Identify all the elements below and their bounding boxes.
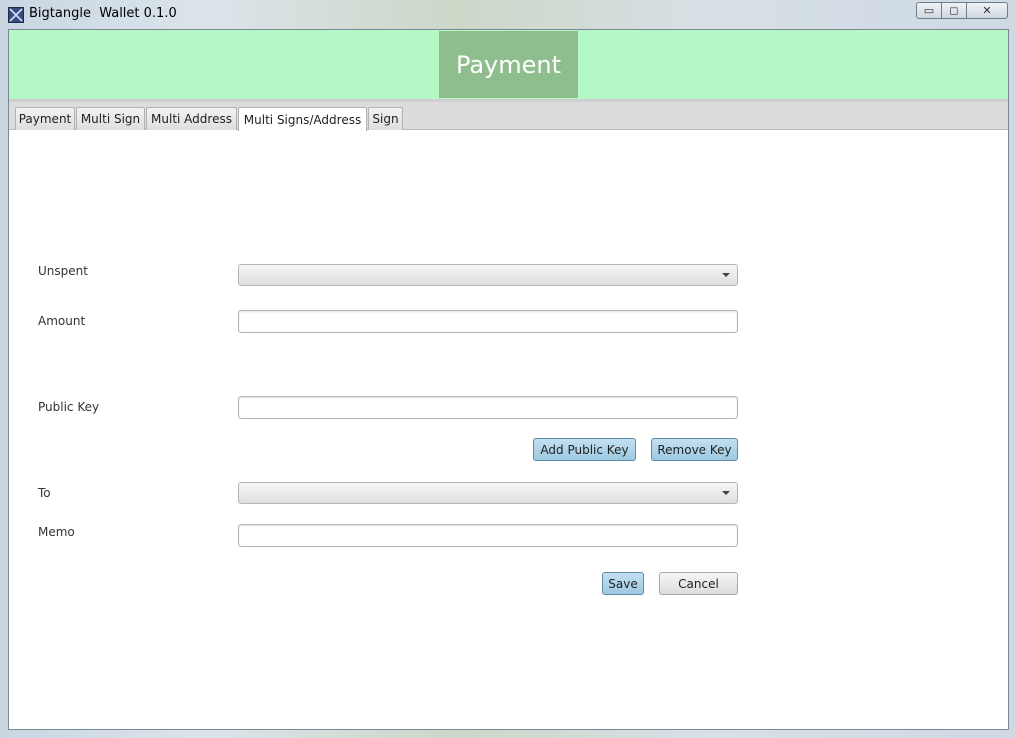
public-key-label: Public Key: [38, 400, 100, 414]
remove-key-button[interactable]: Remove Key: [651, 438, 738, 461]
unspent-label: Unspent: [38, 264, 88, 278]
window-controls: ▭ ◻ ✕: [916, 2, 1008, 20]
chevron-down-icon: [722, 273, 730, 277]
tab-bar: Payment Multi Sign Multi Address Multi S…: [9, 102, 1008, 131]
window-frame: Bigtangle Wallet 0.1.0 ▭ ◻ ✕ Payment Pay…: [0, 0, 1016, 738]
tab-multi-address[interactable]: Multi Address: [146, 107, 237, 130]
save-button[interactable]: Save: [602, 572, 644, 595]
to-select[interactable]: [238, 482, 738, 504]
public-key-field[interactable]: [238, 396, 738, 419]
window-title: Bigtangle Wallet 0.1.0: [29, 6, 177, 21]
to-label: To: [38, 486, 51, 500]
minimize-icon[interactable]: ▭: [916, 2, 942, 19]
chevron-down-icon: [722, 491, 730, 495]
cancel-button[interactable]: Cancel: [659, 572, 738, 595]
memo-label: Memo: [38, 525, 75, 539]
page-title: Payment: [439, 31, 578, 98]
tab-multi-signs-address[interactable]: Multi Signs/Address: [238, 107, 367, 131]
close-icon[interactable]: ✕: [966, 2, 1008, 19]
header-band: Payment: [9, 30, 1008, 102]
add-public-key-button[interactable]: Add Public Key: [533, 438, 636, 461]
amount-field[interactable]: [238, 310, 738, 333]
unspent-select[interactable]: [238, 264, 738, 286]
amount-label: Amount: [38, 314, 86, 328]
tab-payment[interactable]: Payment: [15, 107, 75, 130]
tab-multi-sign[interactable]: Multi Sign: [76, 107, 145, 130]
app-icon: [8, 7, 24, 23]
title-bar[interactable]: Bigtangle Wallet 0.1.0 ▭ ◻ ✕: [0, 0, 1016, 29]
app-content: Payment Payment Multi Sign Multi Address…: [8, 29, 1009, 730]
maximize-icon[interactable]: ◻: [941, 2, 967, 19]
memo-field[interactable]: [238, 524, 738, 547]
tab-sign[interactable]: Sign: [368, 107, 403, 130]
